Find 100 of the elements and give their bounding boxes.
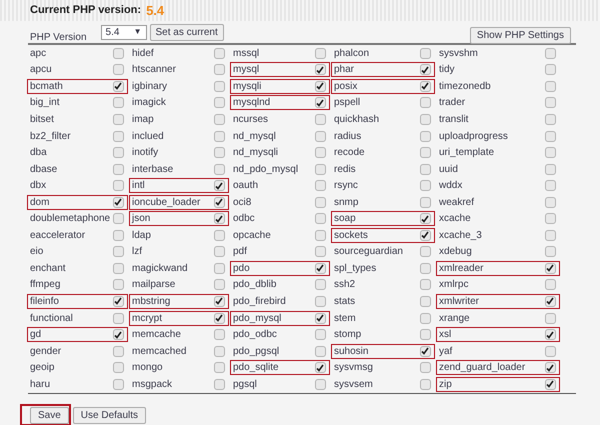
extension-option[interactable]: xmlwriter [436, 294, 560, 309]
extension-option[interactable]: eaccelerator [27, 228, 128, 243]
extension-option[interactable]: spl_types [331, 260, 435, 276]
extension-option[interactable]: ffmpeg [27, 277, 128, 292]
extension-option[interactable]: mbstring [129, 294, 229, 309]
extension-option[interactable]: xcache [436, 211, 560, 226]
extension-option[interactable]: memcache [129, 327, 229, 342]
extension-option[interactable]: oci8 [230, 194, 330, 210]
extension-option[interactable]: timezonedb [436, 78, 560, 94]
version-select[interactable]: 5.4 ▼ [100, 24, 147, 40]
extension-option[interactable]: pdo_dblib [230, 277, 330, 292]
extension-option[interactable]: dba [27, 145, 128, 160]
extension-option[interactable]: xmlreader [436, 260, 560, 276]
extension-option[interactable]: functional [27, 310, 128, 326]
extension-option[interactable]: quickhash [331, 112, 435, 127]
extension-option[interactable]: oauth [230, 178, 330, 194]
extension-option[interactable]: stats [331, 294, 435, 309]
extension-option[interactable]: tidy [436, 62, 560, 78]
extension-option[interactable]: fileinfo [27, 294, 128, 309]
extension-option[interactable]: mysqli [230, 78, 330, 94]
extension-option[interactable]: rsync [331, 178, 435, 194]
extension-option[interactable]: intl [129, 178, 229, 194]
extension-option[interactable]: interbase [129, 162, 229, 177]
extension-option[interactable]: mysqlnd [230, 95, 330, 110]
extension-option[interactable]: inotify [129, 145, 229, 160]
extension-option[interactable]: zip [436, 376, 560, 392]
extension-option[interactable]: sysvmsg [331, 360, 435, 376]
extension-option[interactable]: dbx [27, 178, 128, 194]
defaults-button[interactable]: Use Defaults [72, 406, 146, 424]
extension-option[interactable]: pdo_firebird [230, 294, 330, 309]
extension-option[interactable]: trader [436, 95, 560, 110]
extension-option[interactable]: pdo_sqlite [230, 360, 330, 376]
extension-option[interactable]: posix [331, 78, 435, 94]
extension-option[interactable]: sysvshm [436, 46, 560, 61]
extension-option[interactable]: stomp [331, 327, 435, 342]
extension-option[interactable]: phar [331, 62, 435, 78]
extension-option[interactable]: opcache [230, 228, 330, 243]
extension-option[interactable]: xcache_3 [436, 228, 560, 243]
extension-option[interactable]: redis [331, 162, 435, 177]
extension-option[interactable]: pdf [230, 244, 330, 260]
extension-option[interactable]: uploadprogress [436, 128, 560, 144]
extension-option[interactable]: imagick [129, 95, 229, 110]
extension-option[interactable]: translit [436, 112, 560, 127]
extension-option[interactable]: hidef [129, 46, 229, 61]
extension-option[interactable]: sourceguardian [331, 244, 435, 260]
extension-option[interactable]: phalcon [331, 46, 435, 61]
extension-option[interactable]: haru [27, 376, 128, 392]
extension-option[interactable]: pgsql [230, 376, 330, 392]
extension-option[interactable]: zend_guard_loader [436, 360, 560, 376]
extension-option[interactable]: pdo_pgsql [230, 344, 330, 359]
extension-option[interactable]: nd_mysql [230, 128, 330, 144]
extension-option[interactable]: uri_template [436, 145, 560, 160]
extension-option[interactable]: radius [331, 128, 435, 144]
extension-option[interactable]: suhosin [331, 344, 435, 359]
extension-option[interactable]: ioncube_loader [129, 194, 229, 210]
extension-option[interactable]: recode [331, 145, 435, 160]
extension-option[interactable]: msgpack [129, 376, 229, 392]
extension-option[interactable]: big_int [27, 95, 128, 110]
extension-option[interactable]: bz2_filter [27, 128, 128, 144]
extension-option[interactable]: pdo [230, 260, 330, 276]
extension-option[interactable]: dom [27, 194, 128, 210]
extension-option[interactable]: soap [331, 211, 435, 226]
extension-option[interactable]: enchant [27, 260, 128, 276]
set-current-button[interactable]: Set as current [150, 24, 224, 40]
save-button[interactable]: Save [30, 406, 69, 424]
extension-option[interactable]: stem [331, 310, 435, 326]
extension-option[interactable]: xdebug [436, 244, 560, 260]
extension-option[interactable]: snmp [331, 194, 435, 210]
extension-option[interactable]: pdo_odbc [230, 327, 330, 342]
extension-option[interactable]: memcached [129, 344, 229, 359]
extension-option[interactable]: xmlrpc [436, 277, 560, 292]
extension-option[interactable]: inclued [129, 128, 229, 144]
extension-option[interactable]: htscanner [129, 62, 229, 78]
extension-option[interactable]: nd_mysqli [230, 145, 330, 160]
extension-option[interactable]: apcu [27, 62, 128, 78]
extension-option[interactable]: nd_pdo_mysql [230, 162, 330, 177]
extension-option[interactable]: odbc [230, 211, 330, 226]
extension-option[interactable]: geoip [27, 360, 128, 376]
extension-option[interactable]: mailparse [129, 277, 229, 292]
extension-option[interactable]: wddx [436, 178, 560, 194]
extension-option[interactable]: mssql [230, 46, 330, 61]
extension-option[interactable]: bitset [27, 112, 128, 127]
extension-option[interactable]: imap [129, 112, 229, 127]
extension-option[interactable]: yaf [436, 344, 560, 359]
extension-option[interactable]: sysvsem [331, 376, 435, 392]
extension-option[interactable]: bcmath [27, 78, 128, 94]
extension-option[interactable]: weakref [436, 194, 560, 210]
extension-option[interactable]: eio [27, 244, 128, 260]
extension-option[interactable]: gender [27, 344, 128, 359]
extension-option[interactable]: xrange [436, 310, 560, 326]
extension-option[interactable]: doublemetaphone [27, 211, 128, 226]
extension-option[interactable]: lzf [129, 244, 229, 260]
show-settings-button[interactable]: Show PHP Settings [470, 26, 571, 44]
extension-option[interactable]: ssh2 [331, 277, 435, 292]
extension-option[interactable]: pdo_mysql [230, 310, 330, 326]
extension-option[interactable]: mongo [129, 360, 229, 376]
extension-option[interactable]: magickwand [129, 260, 229, 276]
extension-option[interactable]: mcrypt [129, 310, 229, 326]
extension-option[interactable]: ldap [129, 228, 229, 243]
extension-option[interactable]: uuid [436, 162, 560, 177]
